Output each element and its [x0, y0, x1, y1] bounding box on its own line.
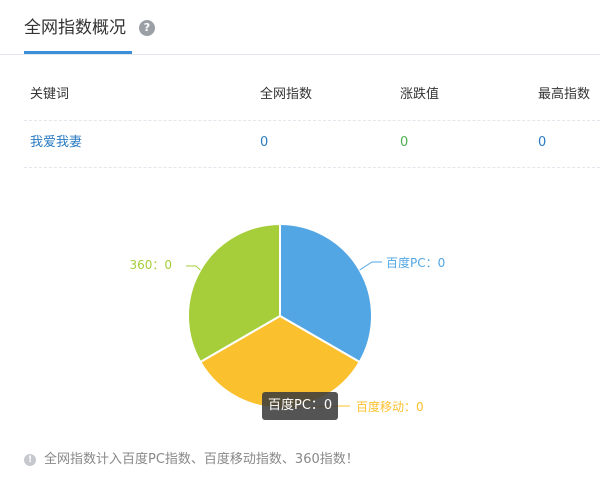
leader-line-baidu-pc [359, 261, 382, 271]
tab-overview[interactable]: 全网指数概况 [24, 15, 126, 41]
table-header-row: 关键词 全网指数 涨跌值 最高指数 [24, 70, 600, 121]
tab-bar: 全网指数概况 ? [0, 0, 600, 55]
column-header-max: 最高指数 [538, 87, 591, 102]
info-circle-icon: ! [24, 454, 36, 466]
footnote-text: 全网指数计入百度PC指数、百度移动指数、360指数！ [44, 452, 359, 467]
source-pie-chart: 百度PC：0 百度移动：0 360：0 [129, 222, 445, 414]
slice-label-baidu-pc: 百度PC：0 [386, 255, 445, 270]
leader-line-360 [186, 265, 201, 271]
keyword-link[interactable]: 我爱我妻 [30, 121, 82, 165]
column-header-change: 涨跌值 [400, 87, 440, 102]
chart-tooltip: 百度PC：0 [262, 392, 339, 420]
table-row: 我爱我妻 0 0 0 [24, 121, 600, 168]
slice-label-baidu-mobile: 百度移动：0 [356, 399, 424, 414]
overview-panel: 全网指数概况 ? 关键词 全网指数 涨跌值 最高指数 我爱我妻 0 0 0 百度… [0, 0, 600, 479]
column-header-keyword: 关键词 [30, 87, 70, 102]
max-value: 0 [538, 135, 547, 150]
change-value: 0 [400, 135, 409, 150]
footnote: ! 全网指数计入百度PC指数、百度移动指数、360指数！ [24, 450, 359, 470]
active-tab-indicator [24, 51, 132, 54]
index-table: 关键词 全网指数 涨跌值 最高指数 我爱我妻 0 0 0 [24, 70, 600, 168]
column-header-index: 全网指数 [260, 87, 313, 102]
question-circle-icon[interactable]: ? [139, 20, 155, 36]
slice-label-360: 360：0 [129, 258, 172, 272]
index-value: 0 [260, 135, 269, 150]
